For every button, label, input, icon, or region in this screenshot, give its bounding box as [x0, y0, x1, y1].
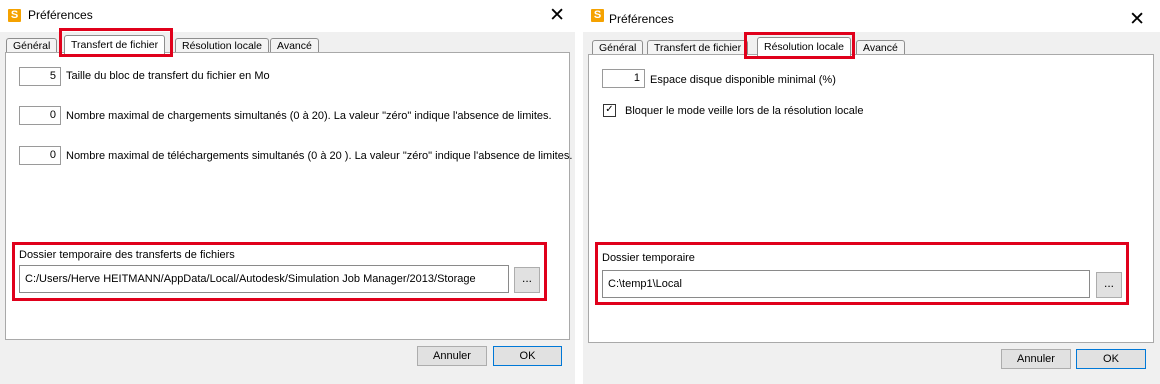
- app-logo-icon: S: [8, 9, 21, 22]
- highlight-box-folder: [12, 242, 547, 301]
- min-disk-space-label: Espace disque disponible minimal (%): [650, 74, 836, 86]
- ok-button[interactable]: OK: [493, 346, 562, 366]
- highlight-box-folder: [595, 242, 1129, 305]
- block-size-input[interactable]: 5: [19, 67, 61, 86]
- block-size-label: Taille du bloc de transfert du fichier e…: [66, 70, 270, 82]
- highlight-box-tab: [59, 28, 173, 57]
- tab-local-solve[interactable]: Résolution locale: [175, 38, 269, 53]
- close-icon[interactable]: ✕: [549, 4, 565, 26]
- max-downloads-label: Nombre maximal de téléchargements simult…: [66, 150, 573, 162]
- cancel-button[interactable]: Annuler: [1001, 349, 1071, 369]
- min-disk-space-input[interactable]: 1: [602, 69, 645, 88]
- window-title: Préférences: [28, 8, 93, 22]
- tab-advanced[interactable]: Avancé: [270, 38, 319, 53]
- app-logo-icon: S: [591, 9, 604, 22]
- max-uploads-input[interactable]: 0: [19, 106, 61, 125]
- preferences-dialog-local-solve: S Préférences ✕ Général Transfert de fic…: [583, 0, 1160, 384]
- tab-advanced[interactable]: Avancé: [856, 40, 905, 55]
- tab-file-transfer[interactable]: Transfert de fichier: [647, 40, 749, 55]
- ok-button[interactable]: OK: [1076, 349, 1146, 369]
- block-sleep-label: Bloquer le mode veille lors de la résolu…: [625, 105, 864, 117]
- tab-general[interactable]: Général: [592, 40, 644, 55]
- max-uploads-label: Nombre maximal de chargements simultanés…: [66, 110, 552, 122]
- title-bar: S Préférences ✕: [583, 0, 1160, 32]
- highlight-box-tab: [744, 32, 855, 59]
- window-title: Préférences: [609, 12, 674, 26]
- checkmark-icon[interactable]: ✓: [603, 104, 616, 117]
- close-icon[interactable]: ✕: [1129, 8, 1145, 30]
- cancel-button[interactable]: Annuler: [417, 346, 487, 366]
- preferences-dialog-file-transfer: S Préférences ✕ Général Transfert de fic…: [0, 0, 575, 384]
- max-downloads-input[interactable]: 0: [19, 146, 61, 165]
- tab-general[interactable]: Général: [6, 38, 58, 53]
